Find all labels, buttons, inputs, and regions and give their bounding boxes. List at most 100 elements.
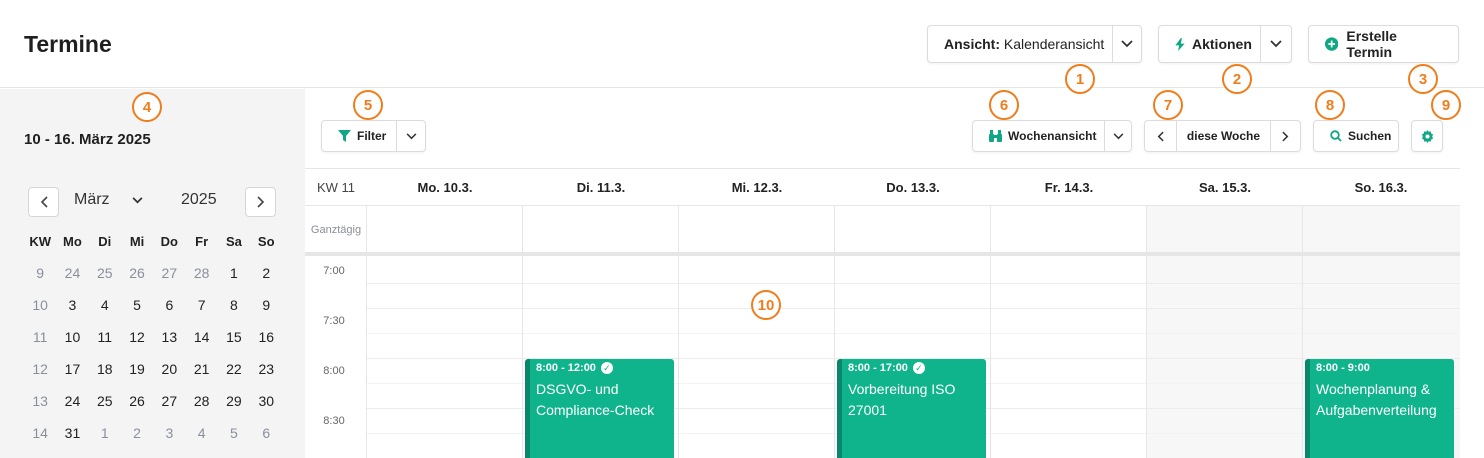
- chevron-down-icon: [406, 132, 417, 139]
- day-cell[interactable]: 6: [250, 425, 282, 441]
- weekday-header: Di: [98, 233, 112, 249]
- month-select[interactable]: März: [74, 191, 143, 209]
- annotation-marker: 3: [1408, 64, 1438, 94]
- column-divider: [834, 206, 835, 458]
- day-cell[interactable]: 3: [153, 425, 185, 441]
- day-column-header[interactable]: Mi. 12.3.: [679, 169, 835, 205]
- day-cell[interactable]: 25: [89, 265, 121, 281]
- actions-button[interactable]: Aktionen: [1158, 25, 1292, 63]
- week-row: 14 31 1 2 3 4 5 6: [24, 417, 282, 449]
- day-cell[interactable]: 23: [250, 361, 282, 377]
- event-title: DSGVO- und Compliance-Check: [536, 381, 655, 418]
- view-dropdown-toggle[interactable]: [1112, 26, 1141, 62]
- day-cell[interactable]: 2: [250, 265, 282, 281]
- filter-button[interactable]: Filter: [321, 120, 426, 152]
- day-cell[interactable]: 5: [121, 297, 153, 313]
- day-cell[interactable]: 4: [185, 425, 217, 441]
- day-cell[interactable]: 30: [250, 393, 282, 409]
- week-number: 13: [32, 393, 48, 409]
- day-column-header[interactable]: Sa. 15.3.: [1147, 169, 1303, 205]
- chevron-down-icon: [1113, 132, 1124, 139]
- day-cell[interactable]: 28: [185, 393, 217, 409]
- prev-week-button[interactable]: [1145, 121, 1176, 151]
- day-cell[interactable]: 21: [185, 361, 217, 377]
- chevron-right-icon: [256, 196, 264, 208]
- day-cell[interactable]: 28: [185, 265, 217, 281]
- day-cell[interactable]: 16: [250, 329, 282, 345]
- week-navigation: diese Woche: [1144, 120, 1301, 152]
- create-appointment-button[interactable]: Erstelle Termin: [1308, 25, 1459, 63]
- day-cell[interactable]: 1: [218, 265, 250, 281]
- day-column-header[interactable]: So. 16.3.: [1303, 169, 1459, 205]
- week-number-label: KW 11: [316, 179, 356, 195]
- day-cell[interactable]: 12: [121, 329, 153, 345]
- actions-dropdown-toggle[interactable]: [1259, 26, 1291, 62]
- lightning-icon: [1175, 37, 1185, 51]
- day-column-header[interactable]: Fr. 14.3.: [991, 169, 1147, 205]
- year-select[interactable]: 2025: [181, 191, 217, 209]
- day-cell[interactable]: 13: [153, 329, 185, 345]
- day-cell[interactable]: 27: [153, 265, 185, 281]
- time-label: 8:00: [323, 365, 345, 377]
- search-label: Suchen: [1348, 129, 1392, 143]
- day-cell[interactable]: 9: [250, 297, 282, 313]
- search-button[interactable]: Suchen: [1313, 120, 1399, 152]
- week-row: 9 24 25 26 27 28 1 2: [24, 257, 282, 289]
- day-cell[interactable]: 22: [218, 361, 250, 377]
- day-cell[interactable]: 19: [121, 361, 153, 377]
- day-cell[interactable]: 11: [89, 329, 121, 345]
- day-cell[interactable]: 25: [89, 393, 121, 409]
- weekday-header-row: KW Mo Di Mi Do Fr Sa So: [24, 225, 282, 257]
- day-cell[interactable]: 29: [218, 393, 250, 409]
- grid-line: [367, 283, 1460, 284]
- chevron-left-icon: [40, 196, 48, 208]
- day-cell[interactable]: 24: [56, 265, 88, 281]
- calendar-event[interactable]: 8:00 - 17:00 ✓ Vorbereitung ISO 27001: [837, 359, 986, 458]
- day-cell[interactable]: 3: [56, 297, 88, 313]
- current-week-button[interactable]: diese Woche: [1175, 121, 1270, 151]
- day-cell[interactable]: 6: [153, 297, 185, 313]
- annotation-marker: 2: [1222, 64, 1252, 94]
- prev-month-button[interactable]: [28, 187, 59, 217]
- week-number: 11: [32, 329, 48, 345]
- day-cell[interactable]: 14: [185, 329, 217, 345]
- day-column-header[interactable]: Di. 11.3.: [523, 169, 679, 205]
- day-cell[interactable]: 24: [56, 393, 88, 409]
- next-week-button[interactable]: [1270, 121, 1300, 151]
- day-cell[interactable]: 8: [218, 297, 250, 313]
- day-cell[interactable]: 5: [218, 425, 250, 441]
- actions-label: Aktionen: [1192, 36, 1252, 52]
- day-cell[interactable]: 26: [121, 265, 153, 281]
- page-header: Termine Ansicht: Kalenderansicht Aktione…: [0, 0, 1484, 88]
- all-day-row[interactable]: Ganztägig: [305, 206, 1460, 256]
- event-time: 8:00 - 12:00: [536, 362, 596, 374]
- day-cell[interactable]: 1: [89, 425, 121, 441]
- day-cell[interactable]: 31: [56, 425, 88, 441]
- day-cell[interactable]: 4: [89, 297, 121, 313]
- day-cell[interactable]: 20: [153, 361, 185, 377]
- day-cell[interactable]: 15: [218, 329, 250, 345]
- event-time-row: 8:00 - 9:00: [1316, 362, 1448, 374]
- day-cell[interactable]: 27: [153, 393, 185, 409]
- day-cell[interactable]: 7: [185, 297, 217, 313]
- calendar-event[interactable]: 8:00 - 12:00 ✓ DSGVO- und Compliance-Che…: [525, 359, 674, 458]
- day-cell[interactable]: 17: [56, 361, 88, 377]
- week-view-selector[interactable]: Wochenansicht: [972, 120, 1132, 152]
- week-view-dropdown-toggle[interactable]: [1104, 121, 1131, 151]
- day-cell[interactable]: 2: [121, 425, 153, 441]
- week-grid-header: KW 11 Mo. 10.3. Di. 11.3. Mi. 12.3. Do. …: [305, 168, 1460, 206]
- chevron-right-icon: [1282, 131, 1289, 141]
- day-cell[interactable]: 10: [56, 329, 88, 345]
- search-icon: [1330, 130, 1342, 142]
- day-cell[interactable]: 26: [121, 393, 153, 409]
- settings-button[interactable]: [1411, 120, 1443, 152]
- view-selector[interactable]: Ansicht: Kalenderansicht: [927, 25, 1142, 63]
- filter-dropdown-toggle[interactable]: [396, 121, 425, 151]
- day-column-header[interactable]: Mo. 10.3.: [367, 169, 523, 205]
- day-column-header[interactable]: Do. 13.3.: [835, 169, 991, 205]
- calendar-event[interactable]: 8:00 - 9:00 Wochenplanung & Aufgabenvert…: [1305, 359, 1454, 458]
- weekday-header: So: [257, 233, 275, 249]
- create-appointment-label: Erstelle Termin: [1346, 28, 1397, 60]
- next-month-button[interactable]: [245, 187, 276, 217]
- day-cell[interactable]: 18: [89, 361, 121, 377]
